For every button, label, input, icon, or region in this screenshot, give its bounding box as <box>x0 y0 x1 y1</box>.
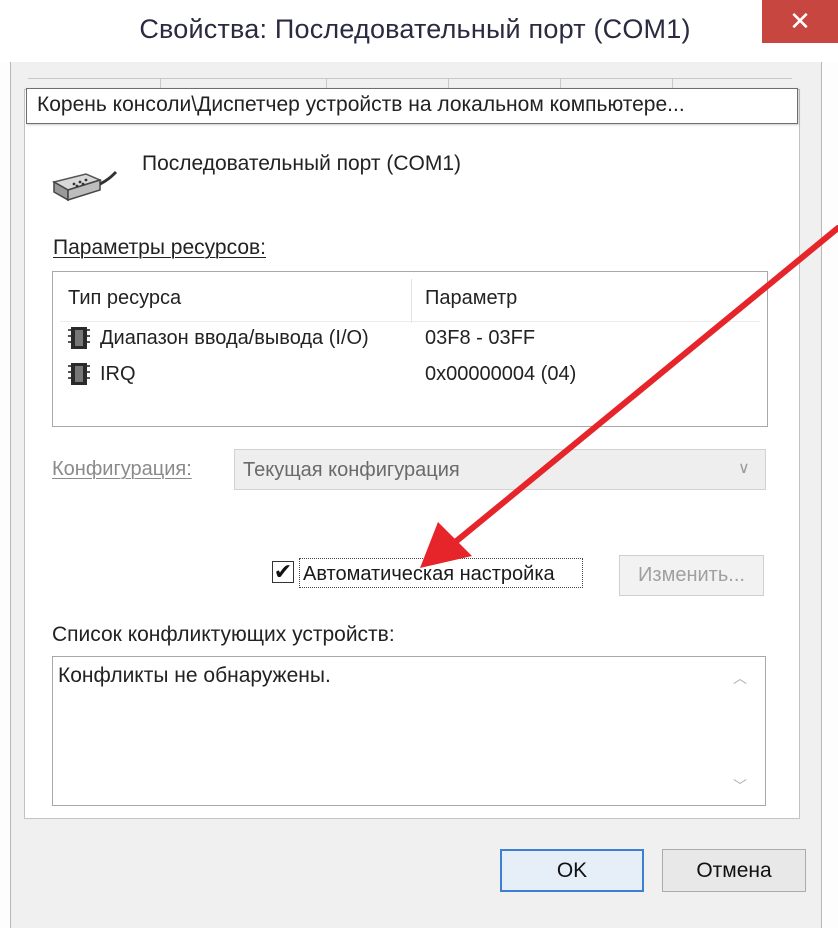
close-button[interactable]: ✕ <box>762 0 838 43</box>
configuration-label: Конфигурация: <box>52 458 192 480</box>
conflicts-label: Список конфликтующих устройств: <box>52 623 395 646</box>
serial-port-icon <box>52 170 118 202</box>
chevron-down-icon: ∨ <box>738 460 750 477</box>
scroll-up-icon[interactable]: ︿ <box>733 668 747 688</box>
chip-icon <box>68 327 90 349</box>
column-header-value[interactable]: Параметр <box>425 287 517 310</box>
console-path-text: Корень консоли\Диспетчер устройств на ло… <box>37 93 685 116</box>
configuration-value: Текущая конфигурация <box>243 459 460 481</box>
device-name: Последовательный порт (COM1) <box>142 152 462 175</box>
auto-config-label[interactable]: Автоматическая настройка <box>303 563 555 586</box>
column-divider[interactable] <box>411 279 412 323</box>
conflicts-text: Конфликты не обнаружены. <box>58 664 331 687</box>
resources-label: Параметры ресурсов: <box>53 236 266 259</box>
window-title: Свойства: Последовательный порт (COM1) <box>139 14 691 44</box>
resource-value-io[interactable]: 03F8 - 03FF <box>425 327 535 350</box>
resource-value-irq[interactable]: 0x00000004 (04) <box>425 363 576 386</box>
header-separator <box>60 321 760 322</box>
column-header-type[interactable]: Тип ресурса <box>68 287 181 310</box>
chip-icon <box>68 363 90 385</box>
ok-button[interactable]: OK <box>500 849 644 892</box>
scroll-down-icon[interactable]: ﹀ <box>733 776 747 796</box>
resource-type-io[interactable]: Диапазон ввода/вывода (I/O) <box>100 327 369 350</box>
cancel-button[interactable]: Отмена <box>662 849 806 892</box>
auto-config-checkbox[interactable]: ✔ <box>272 561 294 583</box>
resource-type-irq[interactable]: IRQ <box>100 363 136 386</box>
change-settings-button[interactable]: Изменить... <box>619 555 764 596</box>
